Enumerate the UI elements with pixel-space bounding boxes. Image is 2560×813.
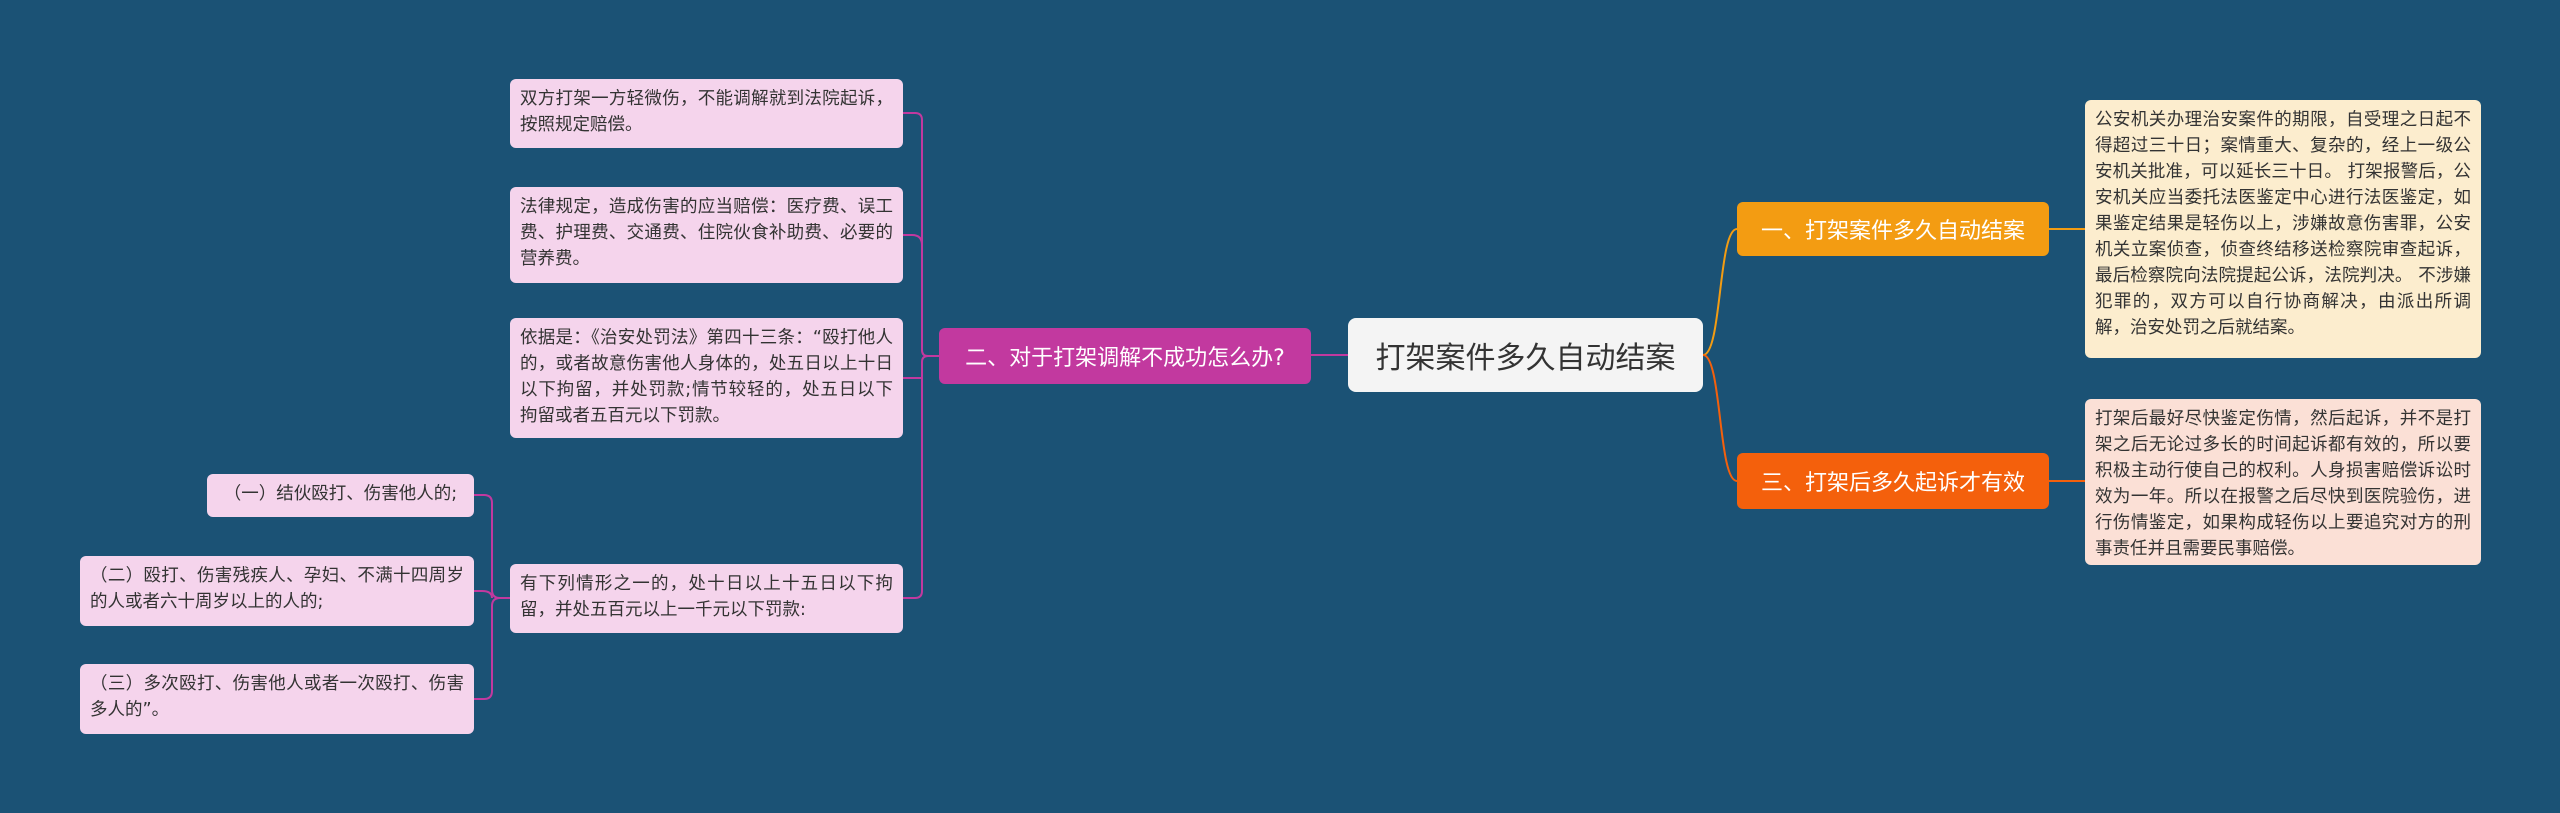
root-topic[interactable]: 打架案件多久自动结案 (1348, 318, 1703, 392)
branch-case-closure-time[interactable]: 一、打架案件多久自动结案 (1737, 202, 2049, 256)
leaf-legal-basis[interactable]: 依据是：《治安处罚法》第四十三条：“殴打他人的，或者故意伤害他人身体的，处五日以… (510, 318, 903, 438)
link-b3-p4 (903, 355, 939, 599)
link-p4-s1 (474, 494, 510, 599)
link-p4-s2 (474, 590, 493, 599)
link-p4-s3 (474, 597, 510, 700)
link-root-b2 (1702, 354, 1738, 482)
leaf-lawsuit-detail[interactable]: 打架后最好尽快鉴定伤情，然后起诉，并不是打架之后无论过多长的时间起诉都有效的，所… (2085, 399, 2481, 565)
subleaf-group-assault[interactable]: （一）结伙殴打、伤害他人的; (207, 474, 474, 517)
leaf-minor-injury[interactable]: 双方打架一方轻微伤，不能调解就到法院起诉，按照规定赔偿。 (510, 79, 903, 148)
subleaf-repeated-assault[interactable]: （三）多次殴打、伤害他人或者一次殴打、伤害多人的”。 (80, 664, 474, 734)
leaf-aggravating-circumstances[interactable]: 有下列情形之一的，处十日以上十五日以下拘留，并处五百元以上一千元以下罚款: (510, 564, 903, 633)
leaf-case-closure-detail[interactable]: 公安机关办理治安案件的期限，自受理之日起不得超过三十日；案情重大、复杂的，经上一… (2085, 100, 2481, 358)
branch-failed-mediation[interactable]: 二、对于打架调解不成功怎么办? (939, 328, 1311, 384)
link-root-b1 (1702, 228, 1738, 356)
leaf-compensation-items[interactable]: 法律规定，造成伤害的应当赔偿：医疗费、误工费、护理费、交通费、住院伙食补助费、必… (510, 187, 903, 283)
subleaf-vulnerable-victims[interactable]: （二）殴打、伤害残疾人、孕妇、不满十四周岁的人或者六十周岁以上的人的; (80, 556, 474, 626)
branch-lawsuit-deadline[interactable]: 三、打架后多久起诉才有效 (1737, 453, 2049, 509)
link-b3-p2 (903, 234, 923, 246)
